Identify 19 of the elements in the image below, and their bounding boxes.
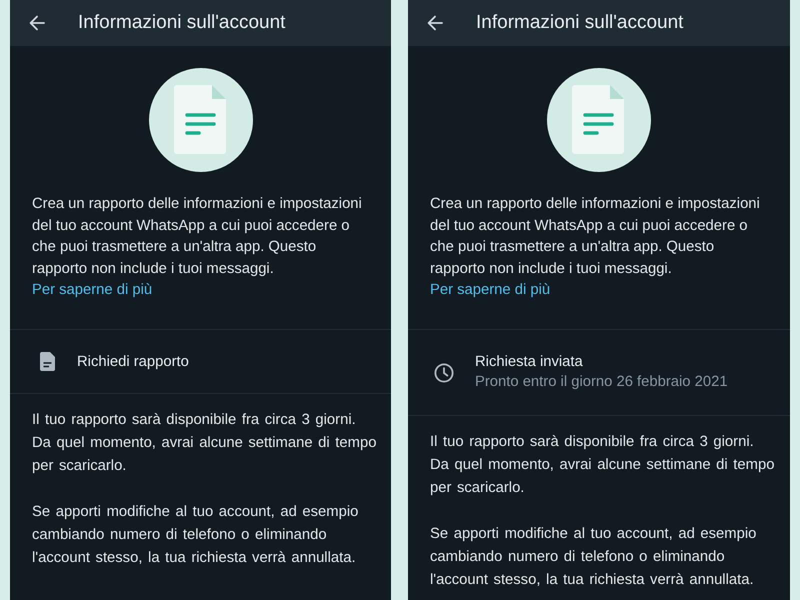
info-text: Il tuo rapporto sarà disponibile fra circa 3 giorni. Da quel momento, avrai alcune settimane di tempo per scaricarlo.: [32, 411, 378, 476]
request-report-item[interactable]: Richiedi rapporto: [10, 330, 391, 394]
document-icon: [148, 68, 252, 172]
back-icon[interactable]: [29, 15, 45, 31]
status-title: Richiesta inviata: [475, 353, 584, 372]
learn-more-link[interactable]: Per saperne di più: [430, 282, 550, 298]
screen-title: Informazioni sull'account: [476, 12, 684, 34]
learn-more-link[interactable]: Per saperne di più: [32, 282, 152, 298]
document-icon: [40, 352, 55, 371]
screen-title: Informazioni sull'account: [78, 12, 286, 34]
info-text: Se apporti modifiche al tuo account, ad esempio cambiando numero di telefono o eliminando l'account stesso, la tua richiesta verrà annullata.: [430, 525, 758, 590]
clock-icon: [434, 362, 454, 382]
description-text: Crea un rapporto delle informazioni e impostazioni del tuo account WhatsApp a cui puoi accedere o che puoi trasmettere a un'altra app. Questo rapporto non include i tuoi messaggi. Per saperne di più: [32, 195, 363, 300]
description-text: Crea un rapporto delle informazioni e impostazioni del tuo account WhatsApp a cui puoi accedere o che puoi trasmettere a un'altra app. Questo rapporto non include i tuoi messaggi. Per saperne di più: [430, 195, 761, 300]
back-icon[interactable]: [427, 15, 443, 31]
document-icon: [547, 68, 651, 172]
status-date: Pronto entro il giorno 26 febbraio 2021: [475, 373, 728, 392]
info-text: Il tuo rapporto sarà disponibile fra circa 3 giorni. Da quel momento, avrai alcune settimane di tempo per scaricarlo.: [430, 433, 776, 498]
info-text: Se apporti modifiche al tuo account, ad esempio cambiando numero di telefono o eliminando l'account stesso, la tua richiesta verrà annullata.: [32, 503, 360, 568]
